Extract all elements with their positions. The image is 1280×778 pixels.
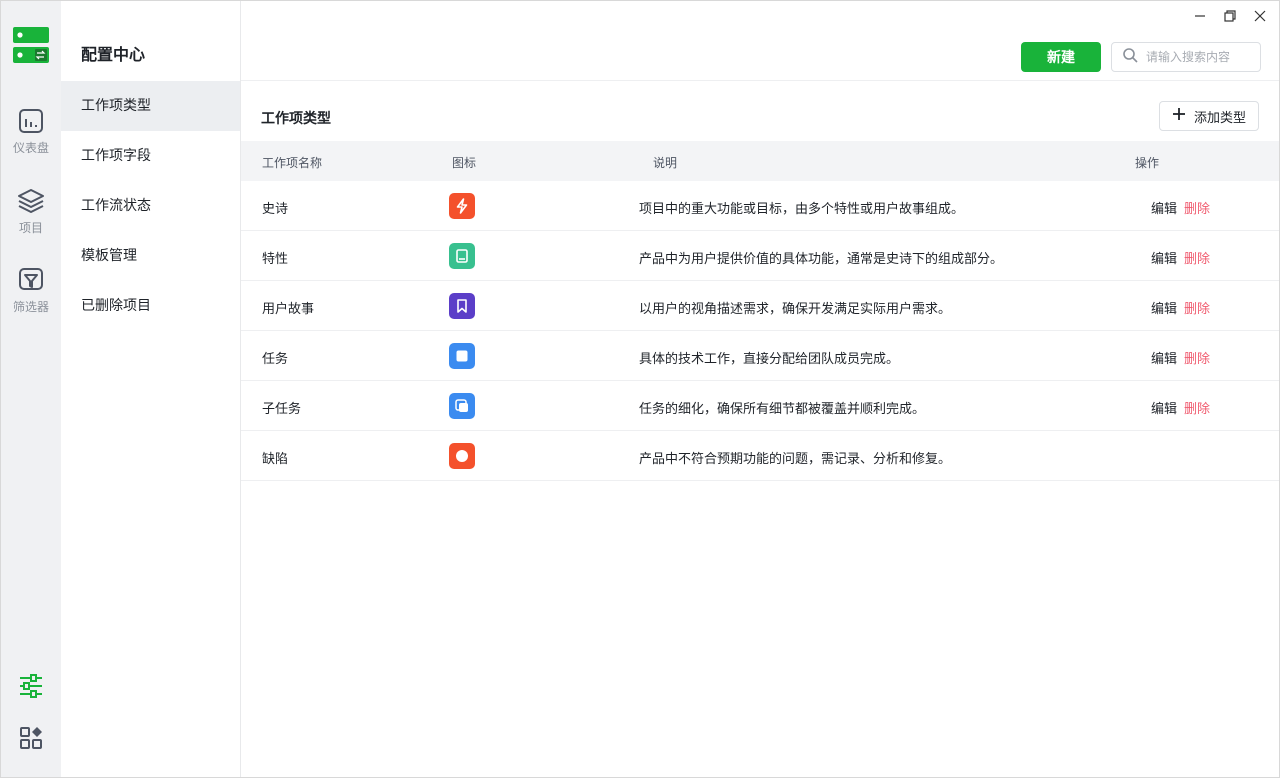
row-name: 用户故事 [262,302,315,317]
layers-icon [17,187,45,215]
bookmark-icon [449,293,475,319]
row-name: 子任务 [262,402,302,417]
rail-item-label: 仪表盘 [12,141,49,155]
subnav-item-templates[interactable]: 模板管理 [61,231,240,281]
table-row[interactable]: 用户故事 以用户的视角描述需求，确保开发满足实际用户需求。 编辑 删除 [241,281,1279,331]
rail-item-label: 项目 [18,221,43,235]
row-description: 项目中的重大功能或目标，由多个特性或用户故事组成。 [639,202,965,217]
server-logo-icon[interactable] [13,27,49,65]
main-content: 工作项类型 添加类型 工作项名称 图标 说明 操作 史诗 项目中的重大功能或目标… [241,81,1279,777]
book-icon [449,243,475,269]
top-bar: 新建 [241,1,1279,81]
subnav-item-work-item-types[interactable]: 工作项类型 [61,81,240,131]
column-header-icon: 图标 [452,156,477,170]
close-icon[interactable] [1253,7,1267,25]
edit-button[interactable]: 编辑 [1151,198,1177,217]
table-row[interactable]: 特性 产品中为用户提供价值的具体功能，通常是史诗下的组成部分。 编辑 删除 [241,231,1279,281]
table-header: 工作项名称 图标 说明 操作 [241,141,1279,181]
column-header-description: 说明 [653,156,678,170]
column-header-actions: 操作 [1135,156,1160,170]
work-item-type-table: 工作项名称 图标 说明 操作 史诗 项目中的重大功能或目标，由多个特性或用户故事… [241,141,1279,481]
subnav-item-work-item-fields[interactable]: 工作项字段 [61,131,240,181]
icon-rail: 仪表盘 项目 筛选器 [1,1,61,777]
circle-icon [449,443,475,469]
add-type-button[interactable]: 添加类型 [1159,101,1259,131]
search-icon [1122,47,1138,67]
delete-button[interactable]: 删除 [1184,298,1210,317]
column-header-name: 工作项名称 [262,156,323,170]
edit-button[interactable]: 编辑 [1151,248,1177,267]
row-name: 缺陷 [262,452,289,467]
row-description: 产品中为用户提供价值的具体功能，通常是史诗下的组成部分。 [639,252,1004,267]
table-row[interactable]: 任务 具体的技术工作，直接分配给团队成员完成。 编辑 删除 [241,331,1279,381]
minimize-icon[interactable] [1193,7,1207,25]
row-description: 任务的细化，确保所有细节都被覆盖并顺利完成。 [639,402,926,417]
delete-button[interactable]: 删除 [1184,248,1210,267]
table-row[interactable]: 子任务 任务的细化，确保所有细节都被覆盖并顺利完成。 编辑 删除 [241,381,1279,431]
table-row[interactable]: 史诗 项目中的重大功能或目标，由多个特性或用户故事组成。 编辑 删除 [241,181,1279,231]
add-type-label: 添加类型 [1193,110,1246,126]
subnav-item-workflow-states[interactable]: 工作流状态 [61,181,240,231]
stacked-squares-icon [449,393,475,419]
row-description: 以用户的视角描述需求，确保开发满足实际用户需求。 [639,302,952,317]
delete-button[interactable]: 删除 [1184,398,1210,417]
settings-sliders-icon[interactable] [17,672,45,700]
rail-item-dashboard[interactable]: 仪表盘 [1,107,61,169]
secondary-nav: 配置中心 工作项类型 工作项字段 工作流状态 模板管理 已删除项目 [61,1,241,777]
search-input[interactable] [1146,50,1256,64]
row-name: 任务 [262,352,289,367]
filter-icon [17,266,45,294]
row-description: 具体的技术工作，直接分配给团队成员完成。 [639,352,900,367]
edit-button[interactable]: 编辑 [1151,398,1177,417]
page-title: 配置中心 [81,45,146,64]
edit-button[interactable]: 编辑 [1151,298,1177,317]
window-controls [1193,7,1267,25]
square-icon [449,343,475,369]
plus-icon [1172,107,1186,125]
edit-button[interactable]: 编辑 [1151,348,1177,367]
rail-item-label: 筛选器 [12,300,49,314]
rail-item-filter[interactable]: 筛选器 [1,266,61,328]
row-name: 史诗 [262,202,289,217]
app-window: 仪表盘 项目 筛选器 配置中心 工作项类型 工作项字段 工作流状态 模板管理 已… [0,0,1280,778]
lightning-icon [449,193,475,219]
delete-button[interactable]: 删除 [1184,348,1210,367]
search-box[interactable] [1111,42,1261,72]
table-row[interactable]: 缺陷 产品中不符合预期功能的问题，需记录、分析和修复。 [241,431,1279,481]
new-button[interactable]: 新建 [1021,42,1101,72]
apps-grid-icon[interactable] [17,724,45,752]
section-title: 工作项类型 [261,111,331,127]
delete-button[interactable]: 删除 [1184,198,1210,217]
restore-icon[interactable] [1223,7,1237,25]
dashboard-icon [17,107,45,135]
row-name: 特性 [262,252,289,267]
row-description: 产品中不符合预期功能的问题，需记录、分析和修复。 [639,452,952,467]
subnav-item-deleted-projects[interactable]: 已删除项目 [61,281,240,331]
rail-item-project[interactable]: 项目 [1,187,61,249]
